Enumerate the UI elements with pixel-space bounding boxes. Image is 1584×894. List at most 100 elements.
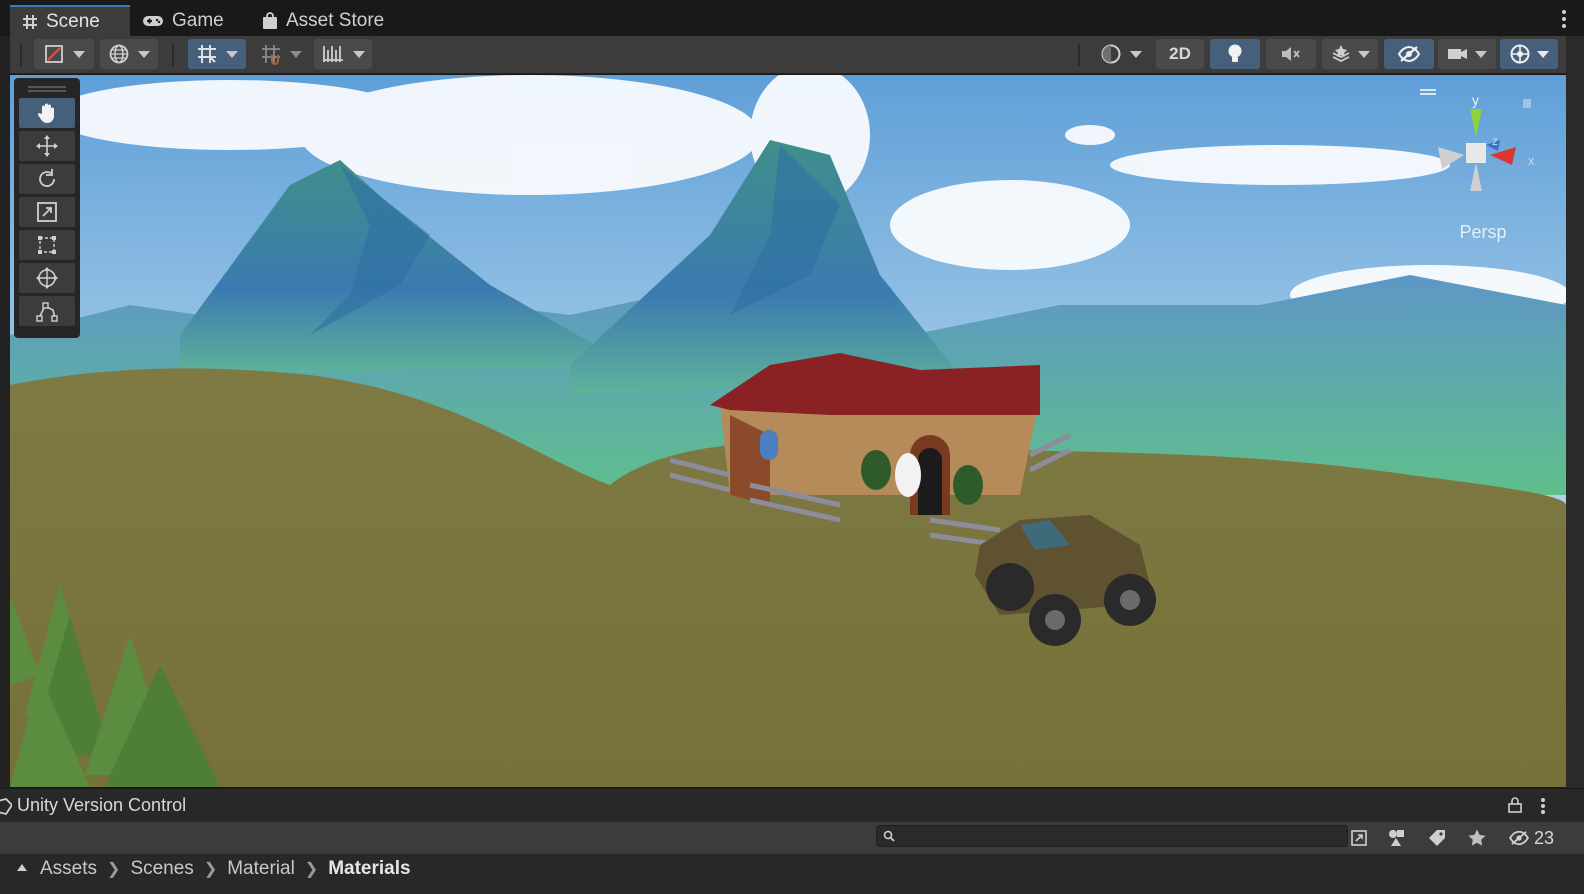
gizmo-y-label: y <box>1472 92 1479 108</box>
rect-transform-icon <box>38 236 56 254</box>
overlay-drag-handle[interactable] <box>28 86 66 92</box>
tool-handle-position-dropdown[interactable] <box>34 39 94 69</box>
chevron-down-icon <box>138 50 150 58</box>
hidden-packages-toggle[interactable]: 23 <box>1504 825 1558 851</box>
window-tab-bar: Scene Game Asset Store <box>0 0 1584 36</box>
hand-tool-button[interactable] <box>19 98 75 128</box>
globe-icon <box>109 44 129 64</box>
gamepad-icon <box>143 15 163 26</box>
grid-visibility-dropdown[interactable] <box>188 39 246 69</box>
project-breadcrumb-bar: Assets ❯ Scenes ❯ Material ❯ Materials <box>0 854 1584 894</box>
breadcrumb-material[interactable]: Material <box>227 858 295 880</box>
shapes-filter-icon <box>1389 830 1404 846</box>
rotate-tool-button[interactable] <box>19 164 75 194</box>
project-toolbar: 23 <box>0 822 1584 854</box>
effects-layers-icon <box>1332 45 1350 63</box>
rotate-icon <box>39 169 55 187</box>
lighting-toggle-button[interactable] <box>1210 39 1260 69</box>
audio-toggle-button[interactable] <box>1266 39 1316 69</box>
tools-overlay <box>14 78 80 338</box>
chevron-down-icon <box>73 50 85 58</box>
tag-icon <box>1429 830 1445 846</box>
increment-snap-dropdown[interactable] <box>314 39 372 69</box>
more-options-icon[interactable] <box>1562 10 1566 31</box>
grid-hash-icon <box>23 14 37 29</box>
star-icon <box>1468 829 1486 846</box>
chevron-down-icon <box>226 50 238 58</box>
projection-label[interactable]: Persp <box>1440 222 1526 243</box>
tab-asset-store-label: Asset Store <box>286 9 385 31</box>
rect-select-icon <box>45 45 63 63</box>
ruler-snap-icon <box>323 46 343 62</box>
scene-toolbar: 2D <box>0 36 1584 74</box>
version-control-panel-header: Unity Version Control <box>0 788 1584 822</box>
breadcrumb-materials[interactable]: Materials <box>328 858 410 880</box>
chevron-right-icon: ❯ <box>304 861 319 878</box>
chevron-right-icon: ❯ <box>203 861 218 878</box>
search-scope-button[interactable] <box>1348 825 1370 851</box>
project-search-field[interactable] <box>876 825 1348 847</box>
transform-tool-button[interactable] <box>19 263 75 293</box>
search-by-label-button[interactable] <box>1424 825 1450 851</box>
gizmos-dropdown[interactable] <box>1500 39 1558 69</box>
tab-scene[interactable]: Scene <box>10 5 130 36</box>
chevron-down-icon <box>1537 50 1549 58</box>
house-model <box>710 353 1040 515</box>
tab-game-label: Game <box>172 9 224 31</box>
tab-asset-store[interactable]: Asset Store <box>262 5 384 36</box>
global-local-dropdown[interactable] <box>100 39 158 69</box>
audio-muted-icon <box>1282 47 1300 61</box>
custom-tool-button[interactable] <box>19 296 75 326</box>
gizmo-x-label: x <box>1528 153 1535 168</box>
chevron-down-icon <box>1475 50 1487 58</box>
move-arrows-icon <box>36 135 58 157</box>
chevron-down-icon <box>290 50 302 58</box>
grid-snapping-dropdown[interactable] <box>254 39 308 69</box>
grid-toggle-icon <box>198 45 216 63</box>
toggle-2d-button[interactable]: 2D <box>1156 39 1204 69</box>
toolbar-separator <box>1078 44 1080 66</box>
toolbar-separator <box>172 44 174 66</box>
camera-settings-dropdown[interactable] <box>1438 39 1496 69</box>
breadcrumb: Assets ❯ Scenes ❯ Material ❯ Materials <box>40 858 411 880</box>
light-bulb-icon <box>1228 44 1242 62</box>
scene-render <box>10 75 1566 787</box>
open-window-icon <box>1351 830 1367 846</box>
camera-icon <box>1448 49 1467 59</box>
lock-icon[interactable] <box>1508 797 1522 813</box>
tab-game[interactable]: Game <box>142 5 224 36</box>
breadcrumb-assets[interactable]: Assets <box>40 858 97 880</box>
move-tool-button[interactable] <box>19 131 75 161</box>
chevron-down-icon <box>353 50 365 58</box>
version-control-title: Unity Version Control <box>17 795 187 815</box>
transform-icon <box>36 267 58 289</box>
search-input[interactable] <box>899 827 1343 847</box>
gizmo-sphere-icon <box>1510 44 1530 64</box>
shopping-bag-icon <box>263 11 277 29</box>
favorites-button[interactable] <box>1464 825 1490 851</box>
more-options-icon[interactable] <box>1541 798 1545 814</box>
eye-hidden-icon <box>1397 45 1421 63</box>
eye-hidden-icon <box>1509 830 1529 846</box>
lock-icon[interactable] <box>1523 99 1531 108</box>
scale-tool-button[interactable] <box>19 197 75 227</box>
breadcrumb-scenes[interactable]: Scenes <box>130 858 193 880</box>
draw-mode-dropdown[interactable] <box>1092 39 1150 69</box>
right-panel-edge <box>1566 36 1584 788</box>
rect-tool-button[interactable] <box>19 230 75 260</box>
toolbar-separator <box>20 44 22 66</box>
effects-dropdown[interactable] <box>1322 39 1378 69</box>
chevron-down-icon <box>1358 50 1370 58</box>
search-icon <box>883 830 895 842</box>
scene-visibility-toggle[interactable] <box>1384 39 1434 69</box>
gizmo-z-label: z <box>1492 134 1498 148</box>
hidden-packages-count: 23 <box>1533 827 1555 848</box>
tab-scene-label: Scene <box>46 10 100 32</box>
toggle-2d-label: 2D <box>1169 44 1191 63</box>
scene-viewport[interactable] <box>10 75 1566 787</box>
collapse-arrow-icon[interactable] <box>16 862 28 872</box>
scale-icon <box>37 202 57 222</box>
version-control-icon <box>0 798 12 816</box>
hand-icon <box>37 103 54 123</box>
search-by-type-button[interactable] <box>1384 825 1410 851</box>
